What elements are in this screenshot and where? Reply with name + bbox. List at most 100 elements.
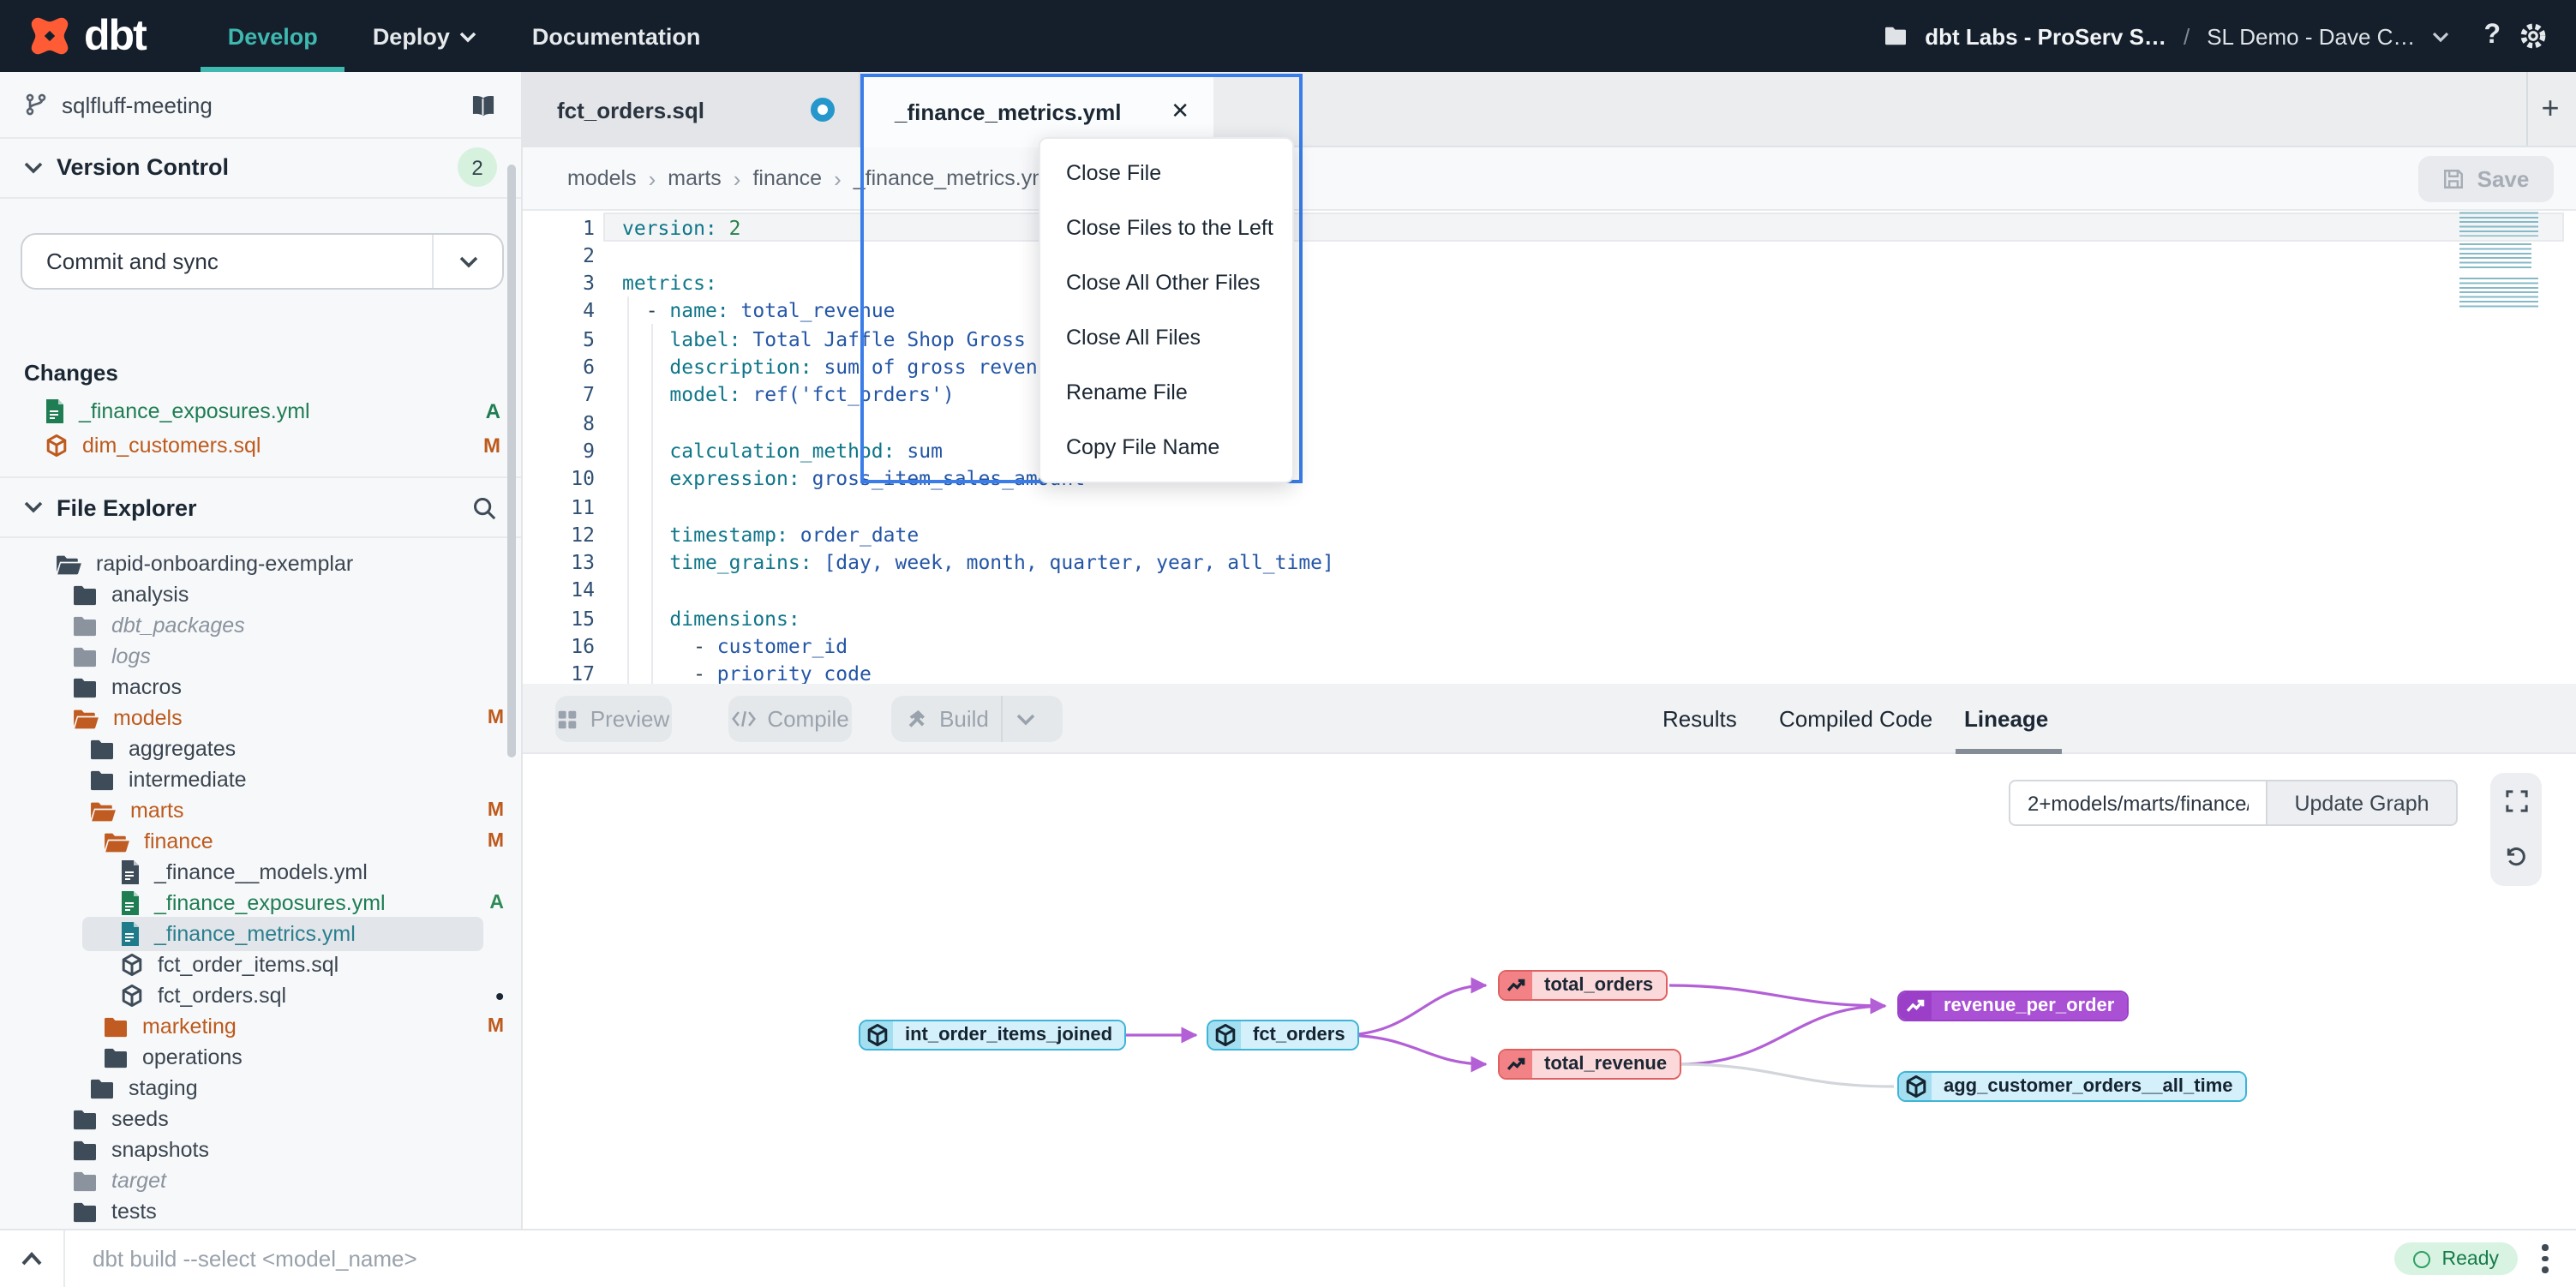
code-line: 14 — [523, 576, 2576, 605]
folder-icon — [72, 614, 98, 637]
context-menu-item-close-all-other-files[interactable]: Close All Other Files — [1040, 255, 1292, 310]
file-name: fct_order_items.sql — [158, 953, 338, 977]
git-status-badge: M — [488, 708, 504, 728]
help-icon[interactable]: ? — [2483, 21, 2501, 51]
file-name: models — [113, 706, 183, 730]
file-name: tests — [111, 1200, 157, 1224]
context-menu-item-close-all-files[interactable]: Close All Files — [1040, 310, 1292, 365]
lineage-node-fct_orders[interactable]: fct_orders — [1207, 1020, 1359, 1051]
build-options-chevron[interactable] — [1001, 696, 1049, 742]
git-branch-row[interactable]: sqlfluff-meeting — [0, 72, 521, 139]
tab-compiled-code[interactable]: Compiled Code — [1779, 684, 1932, 752]
file-tree-scrollbar[interactable] — [507, 165, 516, 757]
indent-guide — [651, 324, 653, 684]
docs-book-icon[interactable] — [470, 93, 497, 116]
breadcrumb-item[interactable]: _finance_metrics.yml — [854, 166, 1055, 190]
dbt-command-input[interactable] — [89, 1244, 2394, 1273]
breadcrumb-item[interactable]: marts — [668, 166, 722, 190]
breadcrumb-item[interactable]: finance — [752, 166, 822, 190]
file-tree-item--finance-metrics-yml[interactable]: _finance_metrics.yml — [0, 919, 521, 949]
file-tree-item-finance[interactable]: financeM — [0, 826, 521, 857]
node-label: total_revenue — [1532, 1051, 1679, 1078]
file-tree-item-marketing[interactable]: marketingM — [0, 1011, 521, 1042]
lineage-node-total_revenue[interactable]: total_revenue — [1498, 1049, 1680, 1080]
breadcrumb-item[interactable]: models — [567, 166, 637, 190]
chevron-right-icon: › — [649, 165, 656, 191]
gear-icon[interactable] — [2518, 21, 2549, 51]
file-tree-item-rapid-onboarding-exemplar[interactable]: rapid-onboarding-exemplar — [0, 548, 521, 579]
tab-label: fct_orders.sql — [557, 97, 704, 123]
file-tree-item-macros[interactable]: macros — [0, 672, 521, 703]
file-tree-item-tests[interactable]: tests — [0, 1196, 521, 1227]
file-tree-item-marts[interactable]: martsM — [0, 795, 521, 826]
file-name: target — [111, 1169, 166, 1193]
file-explorer-header[interactable]: File Explorer — [0, 476, 521, 538]
context-menu-item-rename-file[interactable]: Rename File — [1040, 365, 1292, 420]
build-label: Build — [939, 706, 989, 732]
file-tree-item-analysis[interactable]: analysis — [0, 579, 521, 610]
folder-icon — [103, 1046, 129, 1069]
branch-name: sqlfluff-meeting — [62, 92, 213, 117]
nav-develop[interactable]: Develop — [201, 0, 345, 72]
lineage-node-int_order_items_joined[interactable]: int_order_items_joined — [859, 1020, 1126, 1051]
folder-open-icon — [89, 799, 117, 822]
trend-icon — [1500, 972, 1532, 999]
panel-expand-chevron[interactable] — [0, 1230, 65, 1287]
version-control-header[interactable]: Version Control 2 — [0, 137, 521, 199]
new-tab-button[interactable]: + — [2535, 93, 2566, 123]
close-tab-icon[interactable]: ✕ — [1171, 98, 1189, 125]
dbt-logo-icon — [27, 14, 72, 58]
code-editor[interactable]: 1version: 223metrics:4 - name: total_rev… — [523, 211, 2576, 684]
file-tree-item-aggregates[interactable]: aggregates — [0, 733, 521, 764]
dbt-cloud-ide: dbt Develop Deploy Documentation dbt Lab… — [0, 0, 2576, 1287]
file-tree-item-intermediate[interactable]: intermediate — [0, 764, 521, 795]
file-tree-item-staging[interactable]: staging — [0, 1073, 521, 1104]
tab-fct-orders[interactable]: fct_orders.sql — [523, 72, 860, 147]
commit-and-sync-button[interactable]: Commit and sync — [21, 233, 504, 290]
nav-deploy[interactable]: Deploy — [345, 0, 505, 72]
tab-lineage[interactable]: Lineage — [1964, 684, 2048, 752]
change-row[interactable]: dim_customers.sql M — [0, 428, 521, 463]
lineage-node-agg_customer_orders__all_time[interactable]: agg_customer_orders__all_time — [1897, 1071, 2247, 1102]
build-button[interactable]: Build — [891, 696, 1063, 742]
chevron-down-icon[interactable] — [2432, 30, 2449, 42]
dbt-logo[interactable]: dbt — [27, 11, 146, 61]
git-status-badge: M — [483, 434, 500, 458]
context-menu-item-copy-file-name[interactable]: Copy File Name — [1040, 420, 1292, 475]
preview-button[interactable]: Preview — [555, 696, 672, 742]
editor-minimap[interactable] — [2459, 211, 2538, 315]
account-name[interactable]: dbt Labs - ProServ S… — [1925, 23, 2166, 49]
nav-documentation[interactable]: Documentation — [505, 0, 728, 72]
file-tree-item-dbt-packages[interactable]: dbt_packages — [0, 610, 521, 641]
file-explorer-title: File Explorer — [57, 494, 197, 520]
kebab-menu-icon[interactable] — [2542, 1245, 2549, 1273]
file-tree-item-fct-orders-sql[interactable]: fct_orders.sql• — [0, 980, 521, 1011]
folder-icon — [72, 676, 98, 698]
file-tree-item-target[interactable]: target — [0, 1165, 521, 1196]
code-line: 10 expression: gross_item_sales_amount — [523, 464, 2576, 493]
file-tree-item-logs[interactable]: logs — [0, 641, 521, 672]
lineage-node-revenue_per_order[interactable]: revenue_per_order — [1897, 991, 2128, 1021]
lineage-node-total_orders[interactable]: total_orders — [1498, 970, 1667, 1001]
file-tree-item-fct-order-items-sql[interactable]: fct_order_items.sql — [0, 949, 521, 980]
change-row[interactable]: _finance_exposures.yml A — [0, 394, 521, 428]
file-tree-item-models[interactable]: models M — [0, 703, 521, 733]
file-tree-item--finance-exposures-yml[interactable]: _finance_exposures.ymlA — [0, 888, 521, 919]
editor-tab-bar: fct_orders.sql _finance_metrics.yml ✕ + — [523, 72, 2576, 147]
file-tree-item-operations[interactable]: operations — [0, 1042, 521, 1073]
dbt-logo-text: dbt — [84, 11, 146, 61]
context-menu-item-close-files-to-the-left[interactable]: Close Files to the Left — [1040, 201, 1292, 255]
file-tree-item--finance-models-yml[interactable]: _finance__models.yml — [0, 857, 521, 888]
compile-button[interactable]: Compile — [728, 696, 852, 742]
line-number: 4 — [523, 299, 595, 323]
commit-options-chevron[interactable] — [432, 235, 502, 288]
context-menu-item-close-file[interactable]: Close File — [1040, 146, 1292, 201]
file-tree-item-seeds[interactable]: seeds — [0, 1104, 521, 1134]
save-button[interactable]: Save — [2418, 156, 2554, 202]
search-icon[interactable] — [471, 494, 497, 520]
code-line: 8 — [523, 408, 2576, 437]
changed-file-name: _finance_exposures.yml — [79, 399, 310, 423]
tab-results[interactable]: Results — [1662, 684, 1737, 752]
project-selector[interactable]: SL Demo - Dave C… — [2207, 23, 2415, 49]
file-tree-item-snapshots[interactable]: snapshots — [0, 1134, 521, 1165]
